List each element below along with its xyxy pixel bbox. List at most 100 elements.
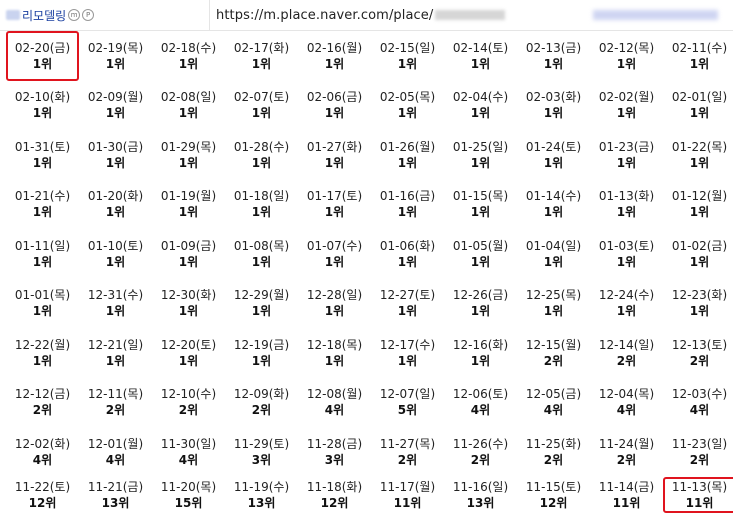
rank-value: 1위 (616, 304, 637, 319)
rank-history-grid: 02-20(금) 1위 02-19(목) 1위 02-18(수) 1위 02-17(화) 1위… (6, 31, 733, 513)
rank-cell: 01-17(토) 1위 (298, 180, 371, 230)
rank-date: 11-28(금) (306, 436, 363, 451)
place-name-field[interactable]: 리모델링 m P (0, 0, 210, 30)
rank-cell: 11-24(월) 2위 (590, 427, 663, 477)
rank-date: 02-19(목) (87, 40, 144, 55)
rank-value: 1위 (689, 205, 710, 220)
rank-value: 1위 (251, 106, 272, 121)
rank-value: 1위 (324, 205, 345, 220)
rank-date: 01-22(목) (671, 139, 728, 154)
mp-icon: m (68, 9, 81, 21)
rank-date: 01-10(토) (87, 238, 144, 253)
rank-cell: 01-29(목) 1위 (152, 130, 225, 180)
rank-date: 02-09(월) (87, 90, 144, 105)
rank-cell: 11-25(화) 2위 (517, 427, 590, 477)
rank-value: 4위 (543, 403, 564, 418)
rank-date: 11-25(화) (525, 436, 582, 451)
rank-date: 02-15(일) (379, 40, 436, 55)
rank-value: 15위 (174, 495, 203, 510)
rank-cell: 01-07(수) 1위 (298, 229, 371, 279)
rank-value: 1위 (397, 56, 418, 71)
rank-cell: 12-30(화) 1위 (152, 279, 225, 329)
rank-date: 01-14(수) (525, 189, 582, 204)
rank-cell: 11-20(목) 15위 (152, 477, 225, 513)
url-text: https://m.place.naver.com/place/ (216, 7, 434, 23)
rank-date: 02-08(일) (160, 90, 217, 105)
rank-value: 1위 (324, 155, 345, 170)
rank-date: 12-31(수) (87, 288, 144, 303)
rank-value: 1위 (105, 155, 126, 170)
rank-date: 12-06(토) (452, 387, 509, 402)
rank-cell: 02-09(월) 1위 (79, 81, 152, 131)
rank-value: 1위 (543, 205, 564, 220)
rank-cell: 12-26(금) 1위 (444, 279, 517, 329)
rank-cell: 02-15(일) 1위 (371, 31, 444, 81)
rank-cell: 11-18(화) 12위 (298, 477, 371, 513)
rank-date: 12-02(화) (14, 436, 71, 451)
rank-value: 2위 (616, 452, 637, 467)
rank-date: 01-13(화) (598, 189, 655, 204)
rank-value: 1위 (105, 353, 126, 368)
rank-value: 1위 (324, 56, 345, 71)
rank-cell: 01-24(토) 1위 (517, 130, 590, 180)
url-field[interactable]: https://m.place.naver.com/place/ (216, 0, 506, 30)
rank-date: 01-04(일) (525, 238, 582, 253)
rank-cell: 02-16(월) 1위 (298, 31, 371, 81)
rank-date: 01-01(목) (14, 288, 71, 303)
rank-date: 02-01(일) (671, 90, 728, 105)
rank-date: 02-18(수) (160, 40, 217, 55)
rank-date: 12-12(금) (14, 387, 71, 402)
rank-date: 01-19(월) (160, 189, 217, 204)
rank-value: 1위 (397, 106, 418, 121)
rank-cell: 12-25(목) 1위 (517, 279, 590, 329)
rank-value: 1위 (105, 56, 126, 71)
rank-cell: 02-11(수) 1위 (663, 31, 733, 81)
rank-cell: 11-27(목) 2위 (371, 427, 444, 477)
rank-value: 1위 (324, 106, 345, 121)
top-bar: 리모델링 m P https://m.place.naver.com/place… (0, 0, 733, 31)
rank-cell: 01-11(일) 1위 (6, 229, 79, 279)
rank-date: 01-29(목) (160, 139, 217, 154)
rank-cell: 12-18(목) 1위 (298, 328, 371, 378)
rank-value: 1위 (689, 155, 710, 170)
rank-value: 1위 (251, 155, 272, 170)
rank-cell: 12-11(목) 2위 (79, 378, 152, 428)
rank-date: 01-06(화) (379, 238, 436, 253)
rank-value: 4위 (616, 403, 637, 418)
rank-cell: 12-06(토) 4위 (444, 378, 517, 428)
rank-cell: 12-31(수) 1위 (79, 279, 152, 329)
rank-value: 4위 (32, 452, 53, 467)
rank-cell: 12-27(토) 1위 (371, 279, 444, 329)
rank-date: 11-13(목) (671, 479, 728, 494)
rank-value: 1위 (616, 205, 637, 220)
rank-cell: 01-01(목) 1위 (6, 279, 79, 329)
rank-cell: 01-15(목) 1위 (444, 180, 517, 230)
rank-date: 01-21(수) (14, 189, 71, 204)
rank-cell: 02-06(금) 1위 (298, 81, 371, 131)
rank-date: 12-15(월) (525, 337, 582, 352)
rank-date: 02-10(화) (14, 90, 71, 105)
rank-value: 1위 (251, 304, 272, 319)
rank-cell: 11-16(일) 13위 (444, 477, 517, 513)
rank-value: 3위 (324, 452, 345, 467)
rank-cell: 12-09(화) 2위 (225, 378, 298, 428)
rank-date: 12-13(토) (671, 337, 728, 352)
rank-value: 1위 (397, 304, 418, 319)
rank-value: 1위 (178, 254, 199, 269)
rank-value: 4위 (689, 403, 710, 418)
rank-cell: 02-17(화) 1위 (225, 31, 298, 81)
rank-value: 4위 (324, 403, 345, 418)
rank-date: 11-29(토) (233, 436, 290, 451)
rank-date: 12-14(일) (598, 337, 655, 352)
rank-value: 1위 (324, 353, 345, 368)
rank-date: 02-17(화) (233, 40, 290, 55)
rank-date: 01-20(화) (87, 189, 144, 204)
rank-cell: 02-02(월) 1위 (590, 81, 663, 131)
rank-cell: 02-14(토) 1위 (444, 31, 517, 81)
rank-value: 4위 (178, 452, 199, 467)
rank-date: 02-14(토) (452, 40, 509, 55)
rank-cell: 02-13(금) 1위 (517, 31, 590, 81)
rank-cell: 01-31(토) 1위 (6, 130, 79, 180)
rank-date: 02-12(목) (598, 40, 655, 55)
rank-date: 11-21(금) (87, 479, 144, 494)
